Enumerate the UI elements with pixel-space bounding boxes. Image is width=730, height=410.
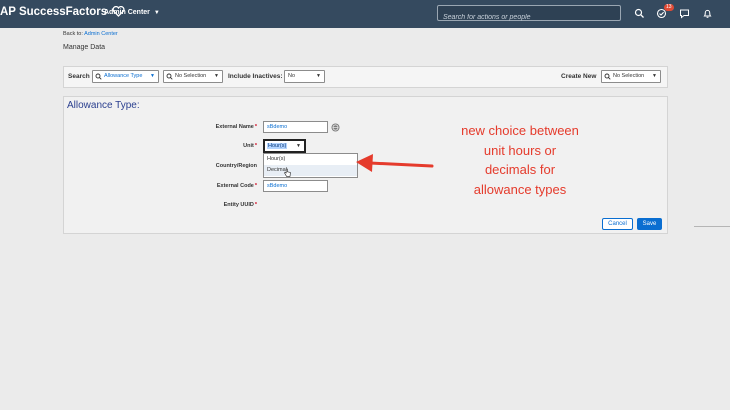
entity-uuid-label-text: Entity UUID bbox=[223, 202, 254, 208]
global-search-input[interactable] bbox=[438, 10, 620, 25]
feedback-icon[interactable] bbox=[679, 8, 690, 19]
chevron-down-icon: ▼ bbox=[296, 143, 301, 149]
required-marker: * bbox=[254, 143, 257, 149]
required-marker: * bbox=[254, 202, 257, 208]
create-new-value: No Selection bbox=[613, 73, 645, 79]
include-inactives-value: No bbox=[288, 73, 296, 79]
breadcrumb: Back to: Admin Center bbox=[63, 31, 118, 37]
include-inactives-select[interactable]: No ▼ bbox=[284, 70, 325, 83]
annotation-arrow-icon bbox=[356, 154, 434, 172]
country-region-label-text: Country/Region bbox=[215, 163, 257, 169]
page-title: Manage Data bbox=[63, 44, 106, 51]
unit-dropdown-list: Hour(s) Decimal bbox=[263, 153, 358, 178]
search-panel: Search Allowance Type ▼ No Selection ▼ I… bbox=[63, 66, 668, 88]
create-new-select[interactable]: No Selection ▼ bbox=[601, 70, 661, 83]
shell-bar: AP SuccessFactors Admin Center▼ 13 bbox=[0, 0, 730, 28]
hand-cursor-icon bbox=[284, 168, 291, 177]
required-marker: * bbox=[254, 183, 257, 189]
chevron-down-icon: ▼ bbox=[153, 10, 160, 16]
unit-selected-value: Hour(s) bbox=[267, 143, 288, 149]
unit-select[interactable]: Hour(s) ▼ bbox=[263, 139, 306, 153]
search-type-value: Allowance Type bbox=[104, 73, 143, 79]
unit-label-text: Unit bbox=[243, 143, 254, 149]
translate-globe-icon[interactable] bbox=[331, 123, 340, 132]
entity-uuid-label: Entity UUID* bbox=[167, 202, 257, 208]
include-inactives-label: Include Inactives: bbox=[228, 73, 283, 80]
external-code-label-text: External Code bbox=[216, 183, 254, 189]
search-value-select[interactable]: No Selection ▼ bbox=[163, 70, 223, 83]
divider bbox=[694, 226, 730, 227]
create-new-label: Create New bbox=[561, 73, 597, 80]
country-region-label: Country/Region bbox=[167, 163, 257, 169]
breadcrumb-prefix: Back to: bbox=[63, 31, 85, 37]
cancel-button[interactable]: Cancel bbox=[602, 218, 633, 230]
search-icon[interactable] bbox=[634, 8, 645, 19]
chevron-down-icon: ▼ bbox=[316, 73, 321, 79]
global-search[interactable] bbox=[437, 5, 621, 25]
external-name-label-text: External Name bbox=[215, 124, 254, 130]
save-button[interactable]: Save bbox=[637, 218, 662, 230]
unit-option-hours[interactable]: Hour(s) bbox=[264, 154, 357, 165]
search-icon bbox=[166, 73, 173, 80]
unit-option-decimal[interactable]: Decimal bbox=[264, 165, 357, 176]
back-to-admin-center-link[interactable]: Admin Center bbox=[84, 31, 118, 37]
bell-icon[interactable] bbox=[702, 8, 713, 19]
external-name-field[interactable]: sBdemo bbox=[263, 121, 328, 133]
search-label: Search bbox=[68, 73, 90, 80]
chevron-down-icon: ▼ bbox=[652, 73, 657, 79]
chevron-down-icon: ▼ bbox=[214, 73, 219, 79]
brand-name: AP SuccessFactors bbox=[0, 6, 108, 18]
search-icon bbox=[95, 73, 102, 80]
external-code-field[interactable]: sBdemo bbox=[263, 180, 328, 192]
external-code-label: External Code* bbox=[167, 183, 257, 189]
notification-badge: 13 bbox=[664, 4, 674, 11]
search-type-select[interactable]: Allowance Type ▼ bbox=[92, 70, 159, 83]
admin-center-menu[interactable]: Admin Center ▼ bbox=[104, 9, 160, 16]
chevron-down-icon: ▼ bbox=[150, 73, 155, 79]
external-name-label: External Name* bbox=[167, 124, 257, 130]
admin-center-label: Admin Center bbox=[104, 9, 150, 16]
search-value-text: No Selection bbox=[175, 73, 207, 79]
search-icon bbox=[604, 73, 611, 80]
unit-label: Unit* bbox=[167, 143, 257, 149]
annotation-text: new choice between unit hours or decimal… bbox=[461, 123, 579, 197]
required-marker: * bbox=[254, 124, 257, 130]
panel-title: Allowance Type: bbox=[67, 100, 140, 111]
